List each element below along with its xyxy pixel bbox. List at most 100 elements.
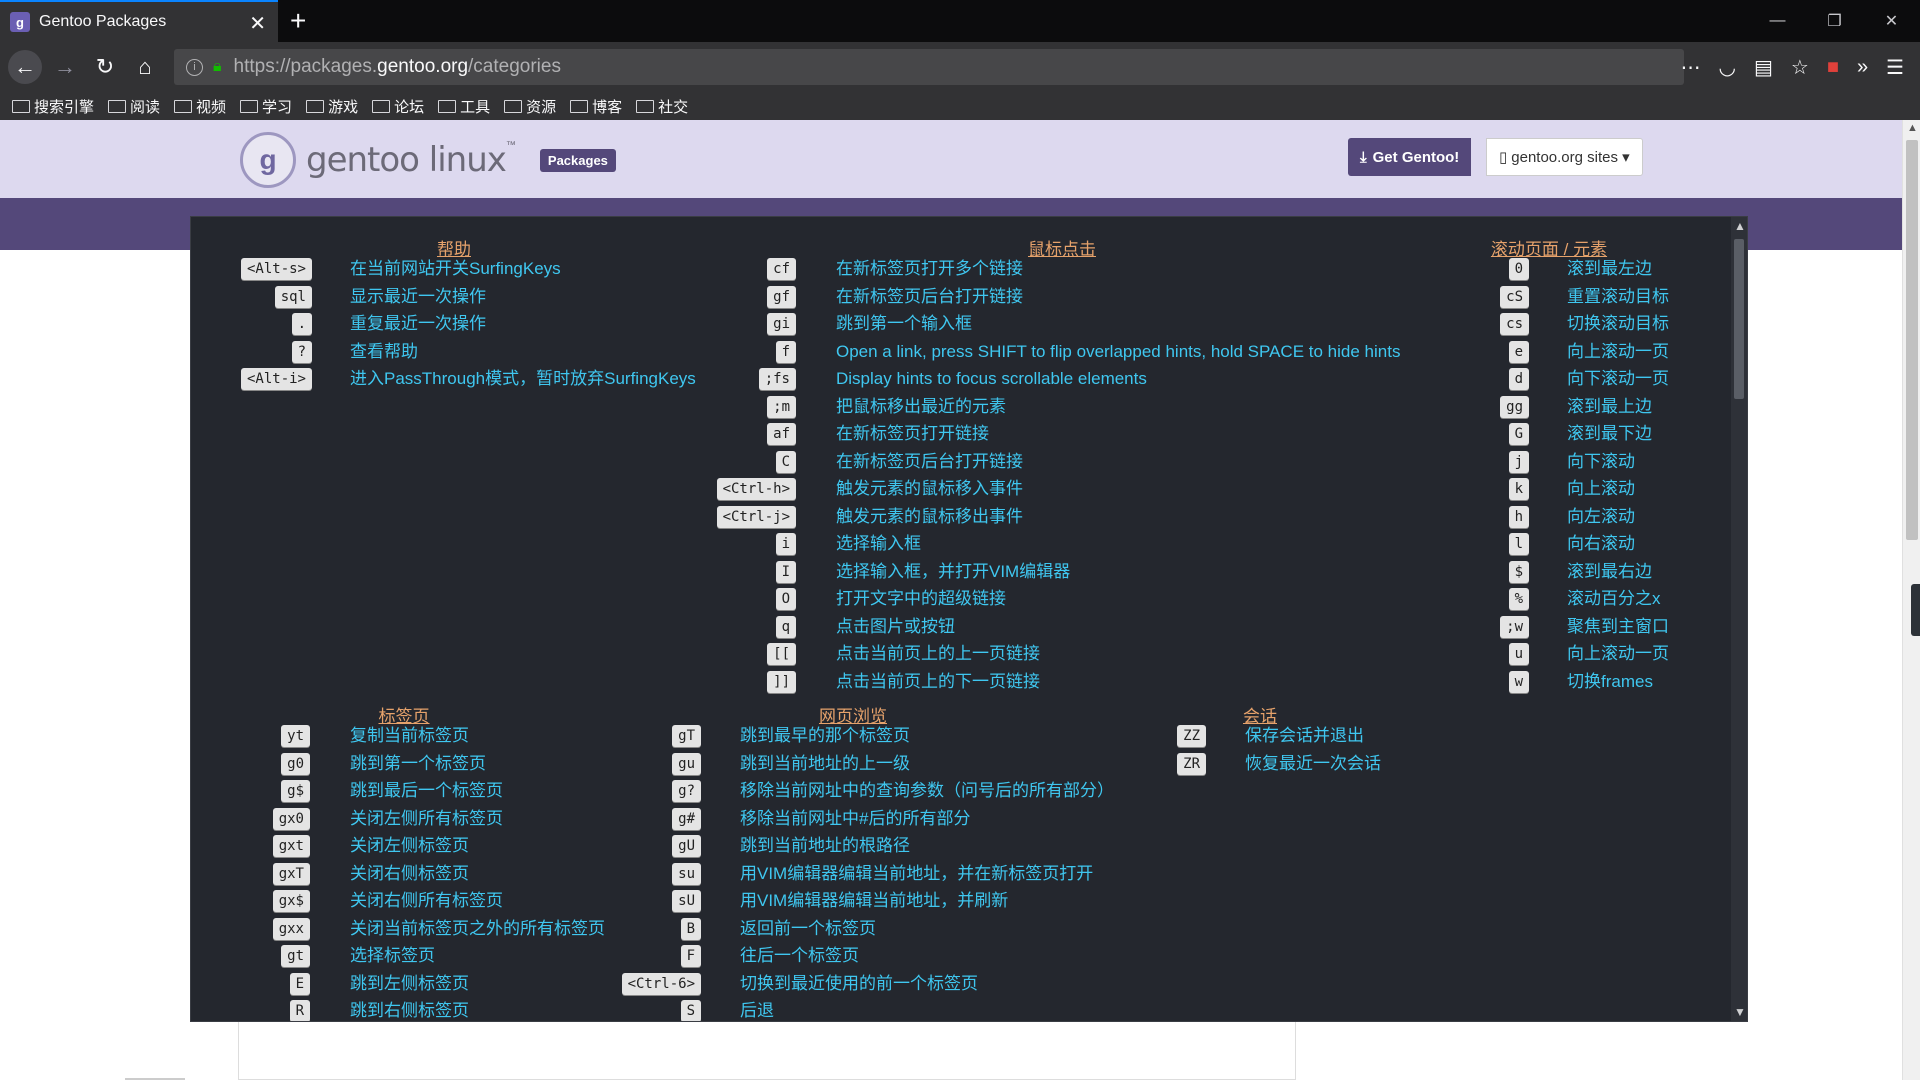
key-description: 向下滚动一页 — [1567, 369, 1669, 388]
new-tab-button[interactable]: + — [290, 5, 306, 37]
bookmarks-toolbar: 搜索引擎 阅读 视频 学习 游戏 论坛 工具 资源 博客 社交 — [0, 92, 1920, 120]
folder-icon — [12, 99, 30, 113]
book-icon: ▯ — [1499, 149, 1508, 166]
folder-icon — [306, 99, 325, 113]
restore-icon[interactable]: ❐ — [1806, 0, 1863, 42]
forward-arrow-icon[interactable]: → — [48, 50, 82, 84]
key-description: 重置滚动目标 — [1567, 286, 1669, 306]
key-binding: 0 — [1508, 258, 1529, 280]
key-binding: $ — [1508, 560, 1529, 583]
key-binding: gg — [1500, 395, 1529, 418]
overlay-scroll-up-icon[interactable]: ▲ — [1734, 219, 1746, 233]
overlay-scrollbar[interactable]: ▲ ▼ — [1731, 217, 1747, 1021]
folder-icon — [108, 99, 127, 113]
surfingkeys-help-overlay: ▲ ▼ 帮助 <Alt-s> 在当前网站开关SurfingKeys sql 显示最近一次… — [190, 216, 1748, 1022]
scrollbar-thumb[interactable] — [1906, 140, 1918, 540]
pocket-icon[interactable]: ◡ — [1719, 55, 1736, 80]
key-binding: sU — [672, 890, 701, 912]
bookmark-label: 博客 — [592, 98, 623, 116]
bookmark-folder[interactable]: 博客 — [570, 96, 622, 117]
key-binding: ZR — [1177, 752, 1206, 775]
bookmark-label: 资源 — [526, 98, 557, 116]
tab-title: Gentoo Packages — [39, 13, 167, 30]
gentoo-logo[interactable]: g gentoo linux ™ Packages — [240, 132, 616, 188]
key-binding: ZZ — [1177, 725, 1206, 747]
key-description: 滚到最下边 — [1567, 424, 1652, 443]
minimize-icon[interactable]: — — [1749, 0, 1806, 42]
bookmark-folder[interactable]: 论坛 — [372, 96, 424, 117]
key-description: 向上滚动一页 — [1567, 341, 1669, 361]
key-binding: G — [1508, 423, 1529, 445]
overflow-chevron-icon[interactable]: » — [1857, 56, 1868, 79]
key-description: 向左滚动 — [1567, 506, 1635, 526]
key-binding: su — [672, 862, 701, 885]
key-description: 切换滚动目标 — [1567, 314, 1669, 333]
navigation-toolbar: ← → ↻ ⌂ i 🔒︎ https://packages.gentoo.org… — [0, 42, 1920, 92]
gentoo-sites-dropdown[interactable]: ▯ gentoo.org sites ▾ — [1486, 138, 1643, 176]
key-binding: F — [680, 945, 701, 967]
key-description: 用VIM编辑器编辑当前地址，并刷新 — [740, 891, 1009, 910]
page-actions-icon[interactable]: ⋯ — [1681, 55, 1701, 80]
tab-gentoo-packages[interactable]: g Gentoo Packages ✕ — [0, 0, 278, 42]
bookmark-folder[interactable]: 工具 — [438, 96, 490, 117]
key-description: 聚焦到主窗口 — [1567, 616, 1669, 636]
bookmark-folder[interactable]: 阅读 — [108, 96, 160, 117]
bookmark-star-icon[interactable]: ☆ — [1791, 55, 1809, 80]
key-binding: j — [1508, 450, 1529, 473]
bookmark-label: 学习 — [262, 98, 293, 116]
key-description: 滚动百分之x — [1567, 589, 1661, 608]
bookmark-folder[interactable]: 游戏 — [306, 96, 358, 117]
side-panel-handle[interactable] — [1911, 584, 1920, 636]
key-description: 往后一个标签页 — [740, 946, 859, 965]
bookmark-folder[interactable]: 资源 — [504, 96, 556, 117]
packages-badge[interactable]: Packages — [539, 148, 616, 172]
download-icon: ⤓ — [1360, 148, 1367, 166]
reload-icon[interactable]: ↻ — [88, 50, 122, 84]
lock-icon[interactable]: 🔒︎ — [213, 58, 222, 76]
key-binding: B — [680, 917, 701, 940]
key-description: 滚到最右边 — [1567, 561, 1652, 581]
close-tab-icon[interactable]: ✕ — [249, 11, 266, 36]
bookmark-label: 游戏 — [328, 98, 359, 116]
key-description: 移除当前网址中#后的所有部分 — [740, 808, 971, 828]
key-description: 向上滚动 — [1567, 479, 1635, 498]
reader-view-icon[interactable]: ▤ — [1754, 55, 1773, 80]
overlay-scrollbar-thumb[interactable] — [1734, 239, 1744, 399]
key-binding: w — [1508, 670, 1529, 693]
overlay-scroll-down-icon[interactable]: ▼ — [1734, 1005, 1746, 1019]
key-binding: cs — [1500, 313, 1529, 335]
home-icon[interactable]: ⌂ — [128, 50, 162, 84]
close-window-icon[interactable]: ✕ — [1863, 0, 1920, 42]
key-description: 切换frames — [1567, 671, 1653, 691]
key-description: 保存会话并退出 — [1245, 726, 1364, 745]
key-description: 恢复最近一次会话 — [1245, 753, 1381, 773]
bookmark-label: 工具 — [460, 98, 491, 116]
key-binding: e — [1508, 340, 1529, 363]
key-description: 后退 — [740, 1001, 774, 1020]
bookmark-folder[interactable]: 搜索引擎 — [12, 96, 94, 117]
key-description: 移除当前网址中的查询参数（问号后的所有部分） — [740, 781, 1114, 800]
url-bar[interactable]: i 🔒︎ https://packages.gentoo.org/categor… — [174, 49, 1684, 85]
key-binding: d — [1508, 368, 1529, 390]
bookmark-label: 阅读 — [130, 98, 161, 116]
info-icon[interactable]: i — [186, 58, 203, 76]
key-binding: gU — [672, 835, 701, 857]
get-gentoo-button[interactable]: ⤓ Get Gentoo! — [1348, 138, 1472, 176]
scroll-up-icon[interactable]: ▲ — [1907, 122, 1918, 134]
folder-icon — [438, 99, 457, 113]
logo-text: gentoo linux — [306, 140, 507, 180]
key-binding: cS — [1500, 285, 1529, 308]
bookmark-label: 搜索引擎 — [34, 98, 95, 116]
gentoo-logo-icon: g — [240, 132, 296, 188]
key-description: 用VIM编辑器编辑当前地址，并在新标签页打开 — [740, 863, 1094, 883]
gentoo-favicon-icon: g — [10, 12, 30, 32]
back-arrow-icon[interactable]: ← — [8, 50, 42, 84]
bookmark-folder[interactable]: 社交 — [636, 96, 688, 117]
bookmark-folder[interactable]: 视频 — [174, 96, 226, 117]
window-controls: — ❐ ✕ — [1749, 0, 1920, 42]
bookmark-folder[interactable]: 学习 — [240, 96, 292, 117]
extension-icon[interactable]: ■ — [1827, 56, 1839, 79]
hamburger-menu-icon[interactable]: ☰ — [1886, 55, 1904, 80]
bookmark-label: 社交 — [658, 98, 689, 116]
key-binding: % — [1508, 588, 1529, 610]
